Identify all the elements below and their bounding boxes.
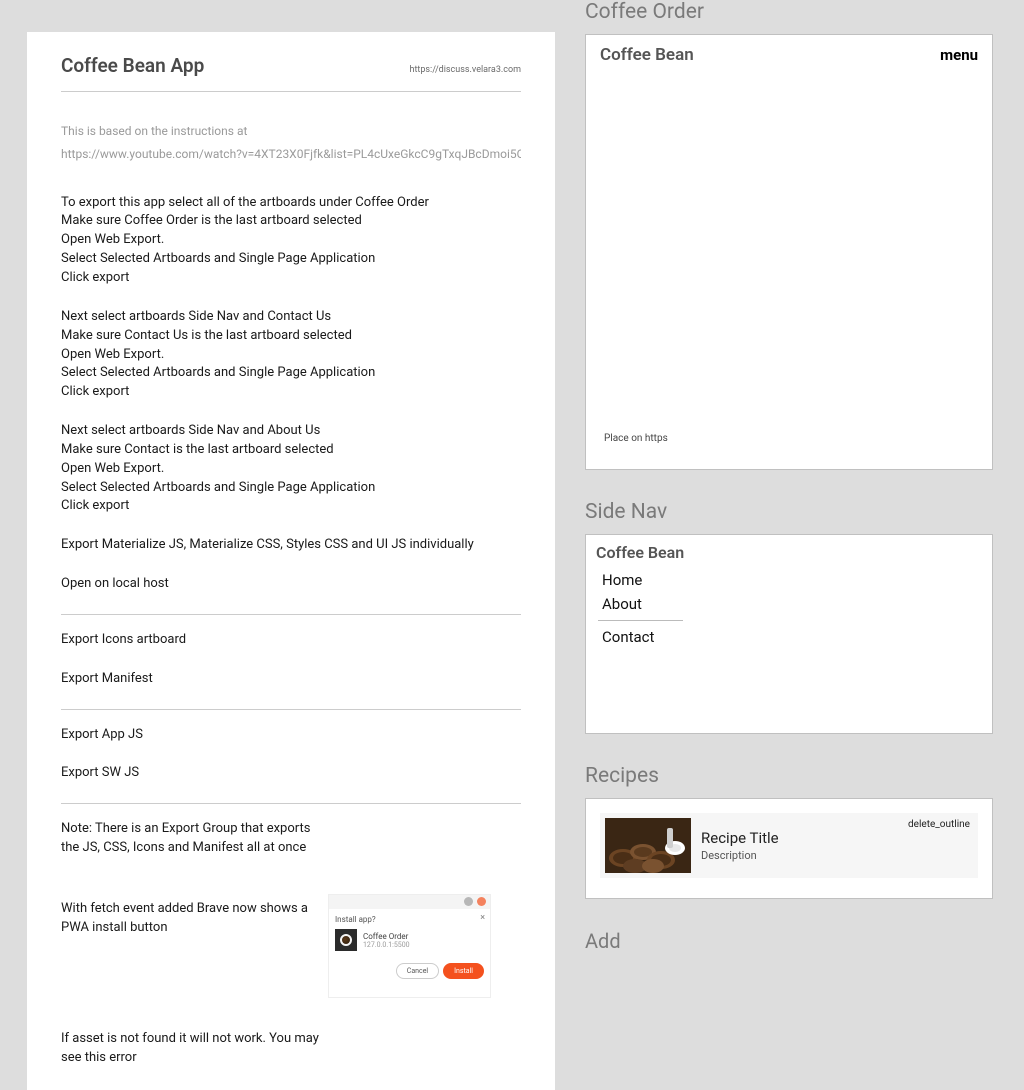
place-on-https-label: Place on https xyxy=(604,433,668,444)
artboard-label-recipes: Recipes xyxy=(585,764,995,788)
artboard-label-coffee-order: Coffee Order xyxy=(585,0,995,24)
app-icon xyxy=(335,929,357,951)
coffee-bean-icon xyxy=(340,934,352,946)
step-line: If asset is not found it will not work. … xyxy=(61,1030,321,1049)
step-line: Click export xyxy=(61,383,521,402)
sidenav-item-contact[interactable]: Contact xyxy=(596,625,982,649)
delete-icon[interactable]: delete_outline xyxy=(908,819,970,830)
step-line: PWA install button xyxy=(61,919,308,938)
note-line: Note: There is an Export Group that expo… xyxy=(61,820,321,839)
intro-url[interactable]: https://www.youtube.com/watch?v=4XT23X0F… xyxy=(61,143,521,166)
step-line: Export Icons artboard xyxy=(61,631,521,650)
popup-buttons: Cancel Install xyxy=(335,963,484,979)
install-button[interactable]: Install xyxy=(443,963,484,979)
artboard-label-add: Add xyxy=(585,929,995,953)
step-line: Next select artboards Side Nav and About… xyxy=(61,422,521,441)
divider xyxy=(61,803,521,804)
step-block-3: Next select artboards Side Nav and About… xyxy=(61,422,521,516)
cancel-button[interactable]: Cancel xyxy=(396,963,439,979)
step-line: Export Materialize JS, Materialize CSS, … xyxy=(61,536,521,555)
instructions-document: Coffee Bean App https://discuss.velara3.… xyxy=(27,32,555,1090)
step-line: Open Web Export. xyxy=(61,460,521,479)
step-line: Click export xyxy=(61,269,521,288)
browser-toolbar xyxy=(329,895,490,909)
sidenav-item-home[interactable]: Home xyxy=(596,568,982,592)
export-sw-js: Export SW JS xyxy=(61,764,521,783)
error-note: If asset is not found it will not work. … xyxy=(61,1030,321,1068)
sidenav-item-about[interactable]: About xyxy=(596,592,982,616)
step-line: To export this app select all of the art… xyxy=(61,194,521,213)
step-line: Make sure Contact is the last artboard s… xyxy=(61,441,521,460)
recipe-image xyxy=(605,818,691,873)
step-line: Open Web Export. xyxy=(61,346,521,365)
sidenav-title: Coffee Bean xyxy=(596,543,982,562)
step-line: Click export xyxy=(61,497,521,516)
app-address: 127.0.0.1:5500 xyxy=(363,941,410,949)
step-line: Make sure Contact Us is the last artboar… xyxy=(61,327,521,346)
divider xyxy=(61,614,521,615)
intro-text: This is based on the instructions at xyxy=(61,120,521,143)
step-line: Select Selected Artboards and Single Pag… xyxy=(61,479,521,498)
artboard-coffee-order[interactable]: Coffee Bean menu Place on https xyxy=(585,34,993,470)
step-line: Export Manifest xyxy=(61,670,521,689)
step-block-2: Next select artboards Side Nav and Conta… xyxy=(61,308,521,402)
browser-icon xyxy=(477,897,486,906)
step-line: Select Selected Artboards and Single Pag… xyxy=(61,250,521,269)
menu-button[interactable]: menu xyxy=(940,46,978,64)
pwa-row: With fetch event added Brave now shows a… xyxy=(61,900,521,998)
export-app-js: Export App JS xyxy=(61,726,521,745)
step-line: With fetch event added Brave now shows a xyxy=(61,900,308,919)
recipe-description: Description xyxy=(701,849,779,862)
note-line: the JS, CSS, Icons and Manifest all at o… xyxy=(61,839,321,858)
install-question: Install app? xyxy=(335,915,484,924)
doc-header: Coffee Bean App https://discuss.velara3.… xyxy=(61,54,521,92)
artboard-side-nav[interactable]: Coffee Bean Home About Contact xyxy=(585,534,993,734)
doc-link[interactable]: https://discuss.velara3.com xyxy=(409,65,521,75)
doc-title: Coffee Bean App xyxy=(61,54,204,77)
install-popup: × Install app? Coffee Order 127.0.0.1:55… xyxy=(329,909,490,985)
step-line: Next select artboards Side Nav and Conta… xyxy=(61,308,521,327)
step-block-1: To export this app select all of the art… xyxy=(61,194,521,288)
divider xyxy=(61,709,521,710)
step-line: Open Web Export. xyxy=(61,231,521,250)
artboard-label-side-nav: Side Nav xyxy=(585,500,995,524)
recipe-title: Recipe Title xyxy=(701,829,779,847)
step-line: Open on local host xyxy=(61,575,521,594)
app-header: Coffee Bean menu xyxy=(600,45,978,65)
artboards-column: Coffee Order Coffee Bean menu Place on h… xyxy=(585,0,995,1090)
pwa-text: With fetch event added Brave now shows a… xyxy=(61,900,308,938)
export-icons: Export Icons artboard xyxy=(61,631,521,650)
steps-section: To export this app select all of the art… xyxy=(61,194,521,594)
app-info-row: Coffee Order 127.0.0.1:5500 xyxy=(335,929,484,951)
close-icon[interactable]: × xyxy=(480,913,485,923)
step-block-4: Export Materialize JS, Materialize CSS, … xyxy=(61,536,521,555)
sidenav-divider xyxy=(598,620,683,621)
intro-block: This is based on the instructions at htt… xyxy=(61,120,521,166)
step-line: Export SW JS xyxy=(61,764,521,783)
artboard-recipes[interactable]: Recipe Title Description delete_outline xyxy=(585,798,993,899)
app-title: Coffee Bean xyxy=(600,45,694,65)
browser-icon xyxy=(464,897,473,906)
step-line: Export App JS xyxy=(61,726,521,745)
app-name: Coffee Order xyxy=(363,932,410,941)
step-line: Select Selected Artboards and Single Pag… xyxy=(61,364,521,383)
export-manifest: Export Manifest xyxy=(61,670,521,689)
step-line: Make sure Coffee Order is the last artbo… xyxy=(61,212,521,231)
recipe-card[interactable]: Recipe Title Description delete_outline xyxy=(600,813,978,878)
pwa-install-screenshot: × Install app? Coffee Order 127.0.0.1:55… xyxy=(328,894,491,998)
recipe-text: Recipe Title Description xyxy=(701,829,779,862)
step-block-5: Open on local host xyxy=(61,575,521,594)
step-line: see this error xyxy=(61,1049,321,1068)
note-block: Note: There is an Export Group that expo… xyxy=(61,820,321,858)
